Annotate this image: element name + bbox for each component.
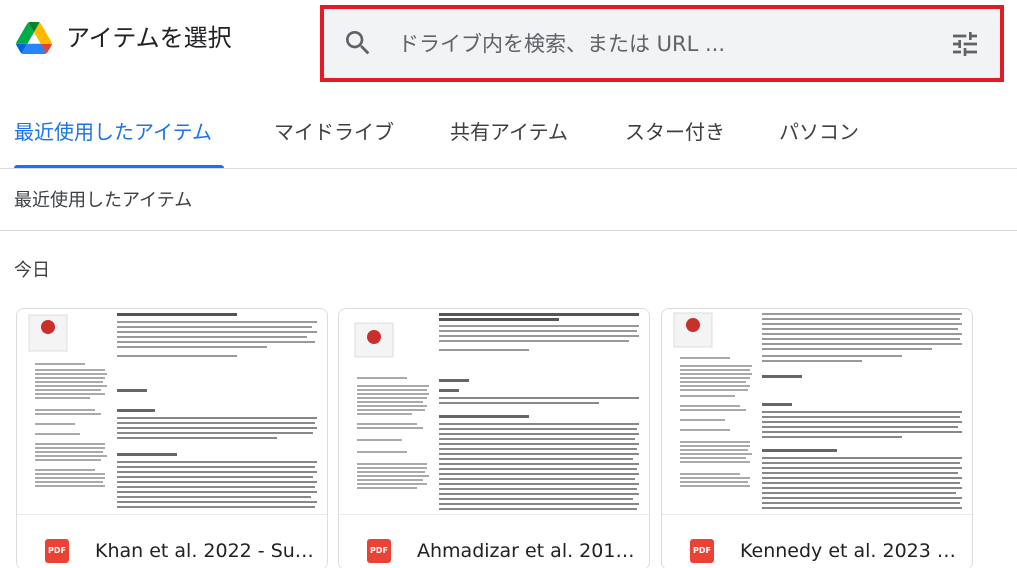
tab-starred[interactable]: スター付き — [625, 118, 725, 146]
google-drive-logo — [16, 22, 52, 54]
dialog-title: アイテムを選択 — [66, 24, 232, 52]
file-card-footer: PDF Kennedy et al. 2023 - S... — [662, 514, 972, 568]
section-title: 最近使用したアイテム — [14, 190, 193, 211]
file-card-footer: PDF Ahmadizar et al. 2015 -... — [339, 514, 649, 568]
pdf-icon: PDF — [690, 539, 714, 563]
active-tab-indicator — [14, 165, 224, 168]
search-box[interactable]: ドライブ内を検索、または URL ... — [320, 5, 1004, 82]
search-icon[interactable] — [342, 27, 374, 59]
tab-bar: 最近使用したアイテム マイドライブ 共有アイテム スター付き パソコン — [0, 104, 1017, 169]
tune-icon[interactable] — [949, 28, 981, 60]
file-thumbnail — [339, 309, 649, 514]
file-card[interactable]: PDF Khan et al. 2022 - Survi... — [16, 308, 328, 568]
file-thumbnail — [17, 309, 327, 514]
tab-my-drive[interactable]: マイドライブ — [274, 118, 394, 146]
file-card-footer: PDF Khan et al. 2022 - Survi... — [17, 514, 327, 568]
file-name: Ahmadizar et al. 2015 -... — [417, 540, 637, 562]
pdf-icon: PDF — [367, 539, 391, 563]
divider — [0, 230, 1017, 231]
file-card[interactable]: PDF Ahmadizar et al. 2015 -... — [338, 308, 650, 568]
file-thumbnail — [662, 309, 972, 514]
pdf-icon: PDF — [45, 539, 69, 563]
file-card[interactable]: PDF Kennedy et al. 2023 - S... — [661, 308, 973, 568]
search-input[interactable]: ドライブ内を検索、または URL ... — [398, 29, 725, 59]
tab-shared[interactable]: 共有アイテム — [450, 118, 568, 146]
tab-computers[interactable]: パソコン — [779, 118, 859, 146]
group-label-today: 今日 — [14, 260, 50, 281]
header: アイテムを選択 ドライブ内を検索、または URL ... — [0, 0, 1017, 85]
file-name: Khan et al. 2022 - Survi... — [95, 540, 315, 562]
file-name: Kennedy et al. 2023 - S... — [740, 540, 960, 562]
tab-recent[interactable]: 最近使用したアイテム — [14, 118, 212, 146]
